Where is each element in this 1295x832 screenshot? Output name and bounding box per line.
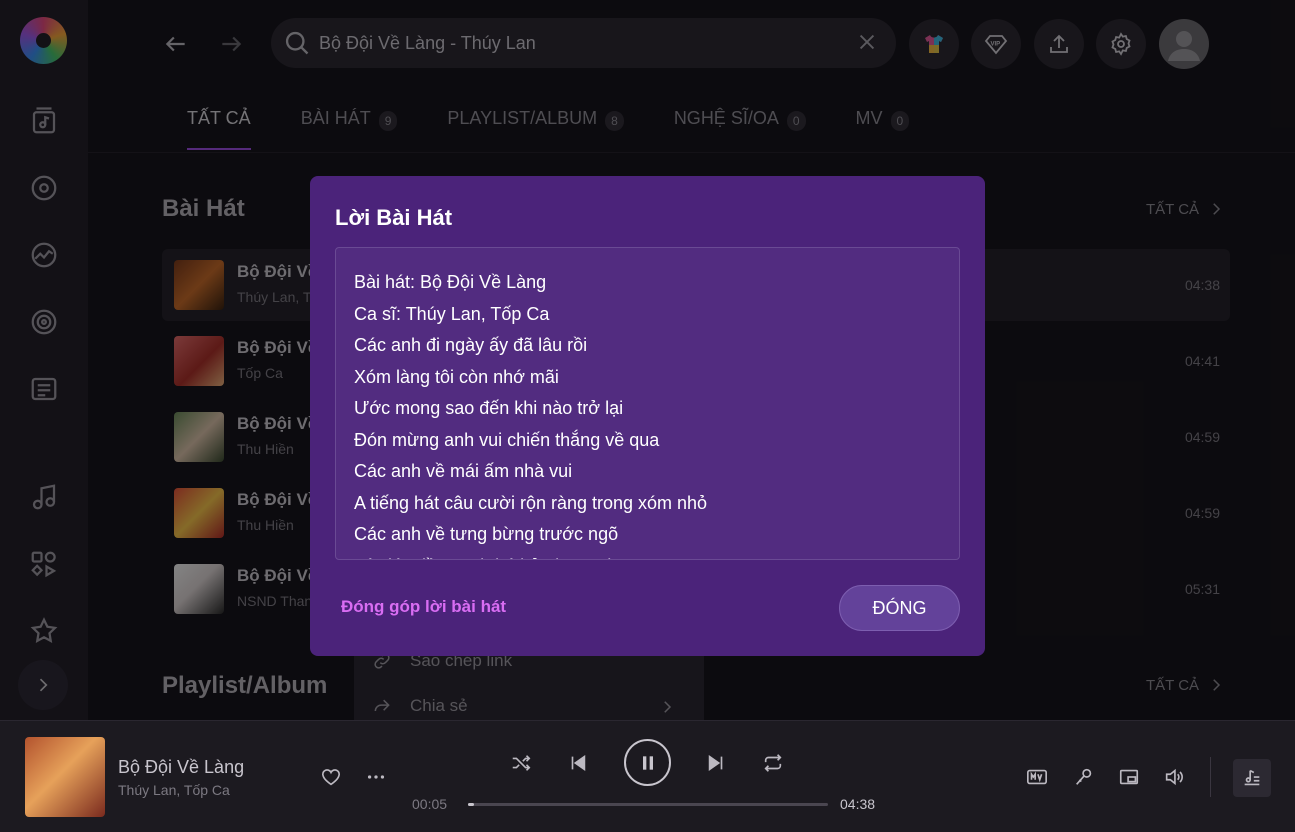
mini-player-icon[interactable]	[1114, 762, 1144, 792]
queue-icon	[1244, 769, 1260, 786]
lyrics-textbox[interactable]: Bài hát: Bộ Đội Về Làng Ca sĩ: Thúy Lan,…	[335, 247, 960, 560]
progress-fill	[468, 803, 475, 806]
lyric-line: Ca sĩ: Thúy Lan, Tốp Ca	[354, 303, 550, 324]
lyric-line: Ước mong sao đến khi nào trở lại	[354, 398, 624, 418]
lyric-line: Bài hát: Bộ Đội Về Làng	[354, 272, 547, 292]
now-playing-title[interactable]: Bộ Đội Về Làng	[118, 757, 244, 778]
total-time: 04:38	[840, 796, 876, 812]
lyric-line: Đón mừng anh vui chiến thắng về qua	[354, 429, 660, 450]
next-icon[interactable]	[701, 748, 731, 778]
lyric-line: A tiếng hát câu cười rộn ràng trong xóm …	[354, 492, 708, 513]
repeat-icon[interactable]	[758, 748, 788, 778]
now-playing-thumbnail[interactable]	[25, 737, 105, 817]
heart-icon[interactable]	[316, 762, 346, 792]
modal-title: Lời Bài Hát	[335, 205, 453, 230]
now-playing-artist[interactable]: Thúy Lan, Tốp Ca	[118, 782, 230, 798]
contribute-lyrics-link[interactable]: Đóng góp lời bài hát	[341, 597, 506, 617]
app-window: Bộ Đội Về Làng - Thúy Lan VIP TẤT CẢ BÀI…	[0, 0, 1295, 832]
pause-icon	[642, 755, 653, 770]
lyric-line: Các anh đi ngày ấy đã lâu rồi	[354, 335, 588, 355]
lyric-line: Các anh về tưng bừng trước ngõ	[354, 524, 619, 544]
mv-icon[interactable]	[1022, 762, 1052, 792]
playlist-queue-button[interactable]	[1233, 759, 1271, 797]
current-time: 00:05	[412, 796, 448, 812]
karaoke-mic-icon[interactable]	[1069, 762, 1099, 792]
shuffle-icon[interactable]	[506, 748, 536, 778]
lyrics-modal: Lời Bài Hát Bài hát: Bộ Đội Về Làng Ca s…	[310, 176, 985, 656]
more-icon[interactable]	[361, 762, 391, 792]
progress-bar[interactable]	[468, 803, 828, 806]
previous-icon[interactable]	[563, 748, 593, 778]
lyric-line: Lúc lúc đầu xanh bá bảo hưng thương	[354, 551, 941, 560]
player-bar: Bộ Đội Về Làng Thúy Lan, Tốp Ca 00:05 04…	[0, 720, 1295, 832]
lyric-line: Các anh về mái ấm nhà vui	[354, 461, 573, 481]
pause-button[interactable]	[624, 739, 671, 786]
close-modal-button[interactable]: ĐÓNG	[839, 585, 960, 631]
volume-icon[interactable]	[1159, 762, 1189, 792]
lyric-line: Xóm làng tôi còn nhớ mãi	[354, 366, 559, 387]
player-divider	[1210, 757, 1211, 797]
